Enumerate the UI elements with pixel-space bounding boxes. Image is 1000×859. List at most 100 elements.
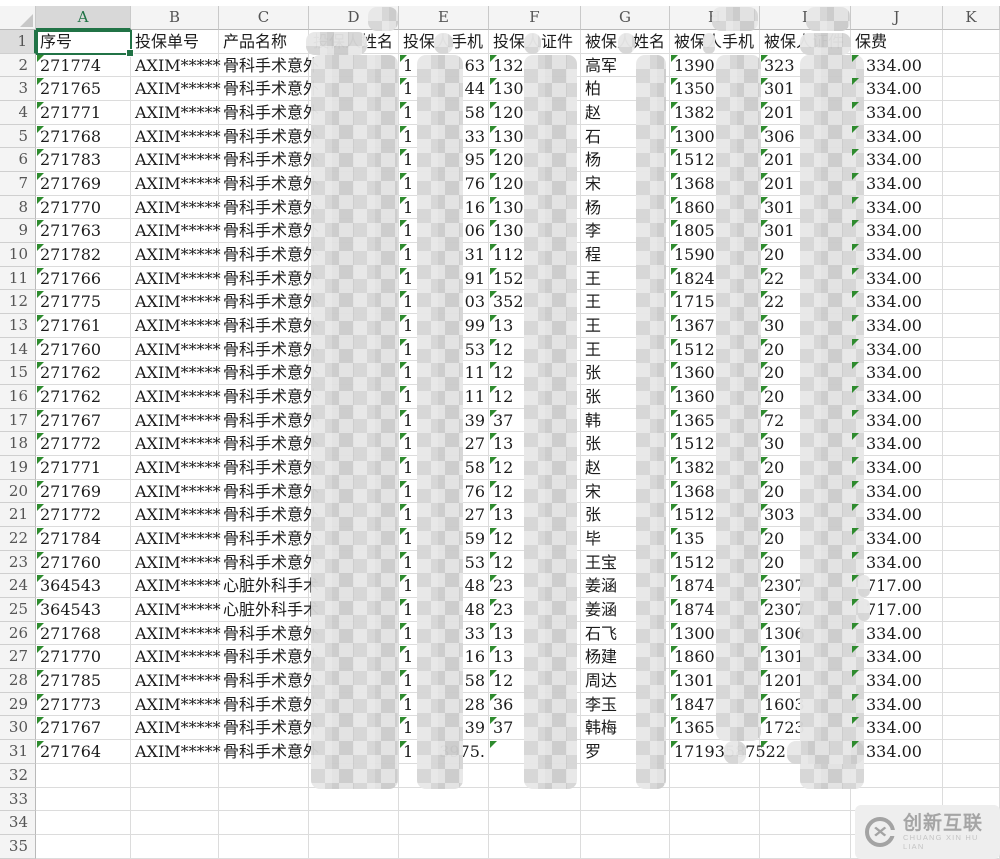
cell-J1[interactable]: 保费 — [851, 30, 943, 54]
cell-K28[interactable] — [943, 669, 1000, 693]
cell-C7[interactable]: 骨科手术意外 — [219, 172, 319, 196]
cell-J27[interactable]: 334.00 — [851, 645, 943, 670]
cell-B4[interactable]: AXIM***** — [131, 101, 221, 125]
cell-J30[interactable]: 334.00 — [851, 716, 943, 741]
cell-A2[interactable]: 271774 — [36, 53, 131, 78]
row-header-26[interactable]: 26 — [0, 621, 36, 646]
row-header-22[interactable]: 22 — [0, 527, 36, 551]
cell-C29[interactable]: 骨科手术意外 — [219, 692, 319, 717]
cell-D35[interactable] — [309, 834, 399, 859]
cell-A33[interactable] — [36, 787, 131, 812]
cell-J4[interactable]: 334.00 — [851, 101, 943, 125]
cell-E34[interactable] — [399, 811, 489, 835]
cell-B27[interactable]: AXIM***** — [131, 645, 221, 670]
cell-J28[interactable]: 334.00 — [851, 669, 943, 693]
row-header-25[interactable]: 25 — [0, 598, 36, 622]
cell-C32[interactable] — [219, 763, 309, 788]
cell-K16[interactable] — [943, 385, 1000, 409]
cell-A31[interactable]: 271764 — [36, 740, 131, 764]
cell-A35[interactable] — [36, 834, 131, 859]
cell-J31[interactable]: 334.00 — [851, 740, 943, 764]
cell-H32[interactable] — [670, 763, 760, 788]
column-header-E[interactable]: E — [399, 6, 489, 30]
cell-K25[interactable] — [943, 598, 1000, 622]
cell-C25[interactable]: 心脏外科手术 — [219, 598, 319, 622]
cell-B6[interactable]: AXIM***** — [131, 148, 221, 173]
cell-J9[interactable]: 334.00 — [851, 219, 943, 244]
cell-A27[interactable]: 271770 — [36, 645, 131, 670]
cell-I35[interactable] — [760, 834, 851, 859]
cell-A17[interactable]: 271767 — [36, 408, 131, 433]
cell-B8[interactable]: AXIM***** — [131, 195, 221, 220]
cell-K26[interactable] — [943, 621, 1000, 646]
row-header-21[interactable]: 21 — [0, 503, 36, 528]
cell-B28[interactable]: AXIM***** — [131, 669, 221, 693]
row-header-1[interactable]: 1 — [0, 30, 36, 54]
cell-G34[interactable] — [581, 811, 670, 835]
cell-K10[interactable] — [943, 243, 1000, 267]
cell-A16[interactable]: 271762 — [36, 385, 131, 409]
row-header-13[interactable]: 13 — [0, 314, 36, 338]
cell-A7[interactable]: 271769 — [36, 172, 131, 196]
cell-H31[interactable]: 17193587522 — [670, 740, 786, 764]
cell-J15[interactable]: 334.00 — [851, 361, 943, 386]
cell-J2[interactable]: 334.00 — [851, 53, 943, 78]
cell-C34[interactable] — [219, 811, 309, 835]
cell-J20[interactable]: 334.00 — [851, 479, 943, 504]
cell-J7[interactable]: 334.00 — [851, 172, 943, 196]
cell-K32[interactable] — [943, 763, 1000, 788]
cell-K6[interactable] — [943, 148, 1000, 173]
cell-B34[interactable] — [131, 811, 219, 835]
cell-K9[interactable] — [943, 219, 1000, 244]
cell-B9[interactable]: AXIM***** — [131, 219, 221, 244]
cell-J23[interactable]: 334.00 — [851, 550, 943, 575]
cell-C23[interactable]: 骨科手术意外 — [219, 550, 319, 575]
cell-A9[interactable]: 271763 — [36, 219, 131, 244]
column-header-C[interactable]: C — [219, 6, 309, 30]
cell-C9[interactable]: 骨科手术意外 — [219, 219, 319, 244]
row-header-32[interactable]: 32 — [0, 763, 36, 788]
cell-B22[interactable]: AXIM***** — [131, 527, 221, 551]
cell-B29[interactable]: AXIM***** — [131, 692, 221, 717]
cell-B23[interactable]: AXIM***** — [131, 550, 221, 575]
cell-B14[interactable]: AXIM***** — [131, 337, 221, 362]
cell-A32[interactable] — [36, 763, 131, 788]
cell-K19[interactable] — [943, 456, 1000, 480]
row-header-24[interactable]: 24 — [0, 574, 36, 599]
row-header-8[interactable]: 8 — [0, 195, 36, 220]
row-header-19[interactable]: 19 — [0, 456, 36, 480]
cell-B31[interactable]: AXIM***** — [131, 740, 221, 764]
row-header-3[interactable]: 3 — [0, 77, 36, 102]
cell-C13[interactable]: 骨科手术意外 — [219, 314, 319, 338]
cell-A15[interactable]: 271762 — [36, 361, 131, 386]
cell-B26[interactable]: AXIM***** — [131, 621, 221, 646]
cell-K2[interactable] — [943, 53, 1000, 78]
cell-C8[interactable]: 骨科手术意外 — [219, 195, 319, 220]
cell-C11[interactable]: 骨科手术意外 — [219, 266, 319, 291]
cell-K31[interactable] — [943, 740, 1000, 764]
cell-J11[interactable]: 334.00 — [851, 266, 943, 291]
cell-D34[interactable] — [309, 811, 399, 835]
cell-A23[interactable]: 271760 — [36, 550, 131, 575]
cell-K12[interactable] — [943, 290, 1000, 315]
cell-C14[interactable]: 骨科手术意外 — [219, 337, 319, 362]
cell-A6[interactable]: 271783 — [36, 148, 131, 173]
cell-C15[interactable]: 骨科手术意外 — [219, 361, 319, 386]
cell-G33[interactable] — [581, 787, 670, 812]
row-header-31[interactable]: 31 — [0, 740, 36, 764]
cell-B33[interactable] — [131, 787, 219, 812]
cell-C21[interactable]: 骨科手术意外 — [219, 503, 319, 528]
cell-K8[interactable] — [943, 195, 1000, 220]
cell-J13[interactable]: 334.00 — [851, 314, 943, 338]
cell-J19[interactable]: 334.00 — [851, 456, 943, 480]
cell-C19[interactable]: 骨科手术意外 — [219, 456, 319, 480]
column-header-B[interactable]: B — [131, 6, 219, 30]
cell-A34[interactable] — [36, 811, 131, 835]
cell-J6[interactable]: 334.00 — [851, 148, 943, 173]
cell-B5[interactable]: AXIM***** — [131, 124, 221, 149]
cell-A12[interactable]: 271775 — [36, 290, 131, 315]
cell-A14[interactable]: 271760 — [36, 337, 131, 362]
cell-J12[interactable]: 334.00 — [851, 290, 943, 315]
cell-C4[interactable]: 骨科手术意外 — [219, 101, 319, 125]
cell-A4[interactable]: 271771 — [36, 101, 131, 125]
